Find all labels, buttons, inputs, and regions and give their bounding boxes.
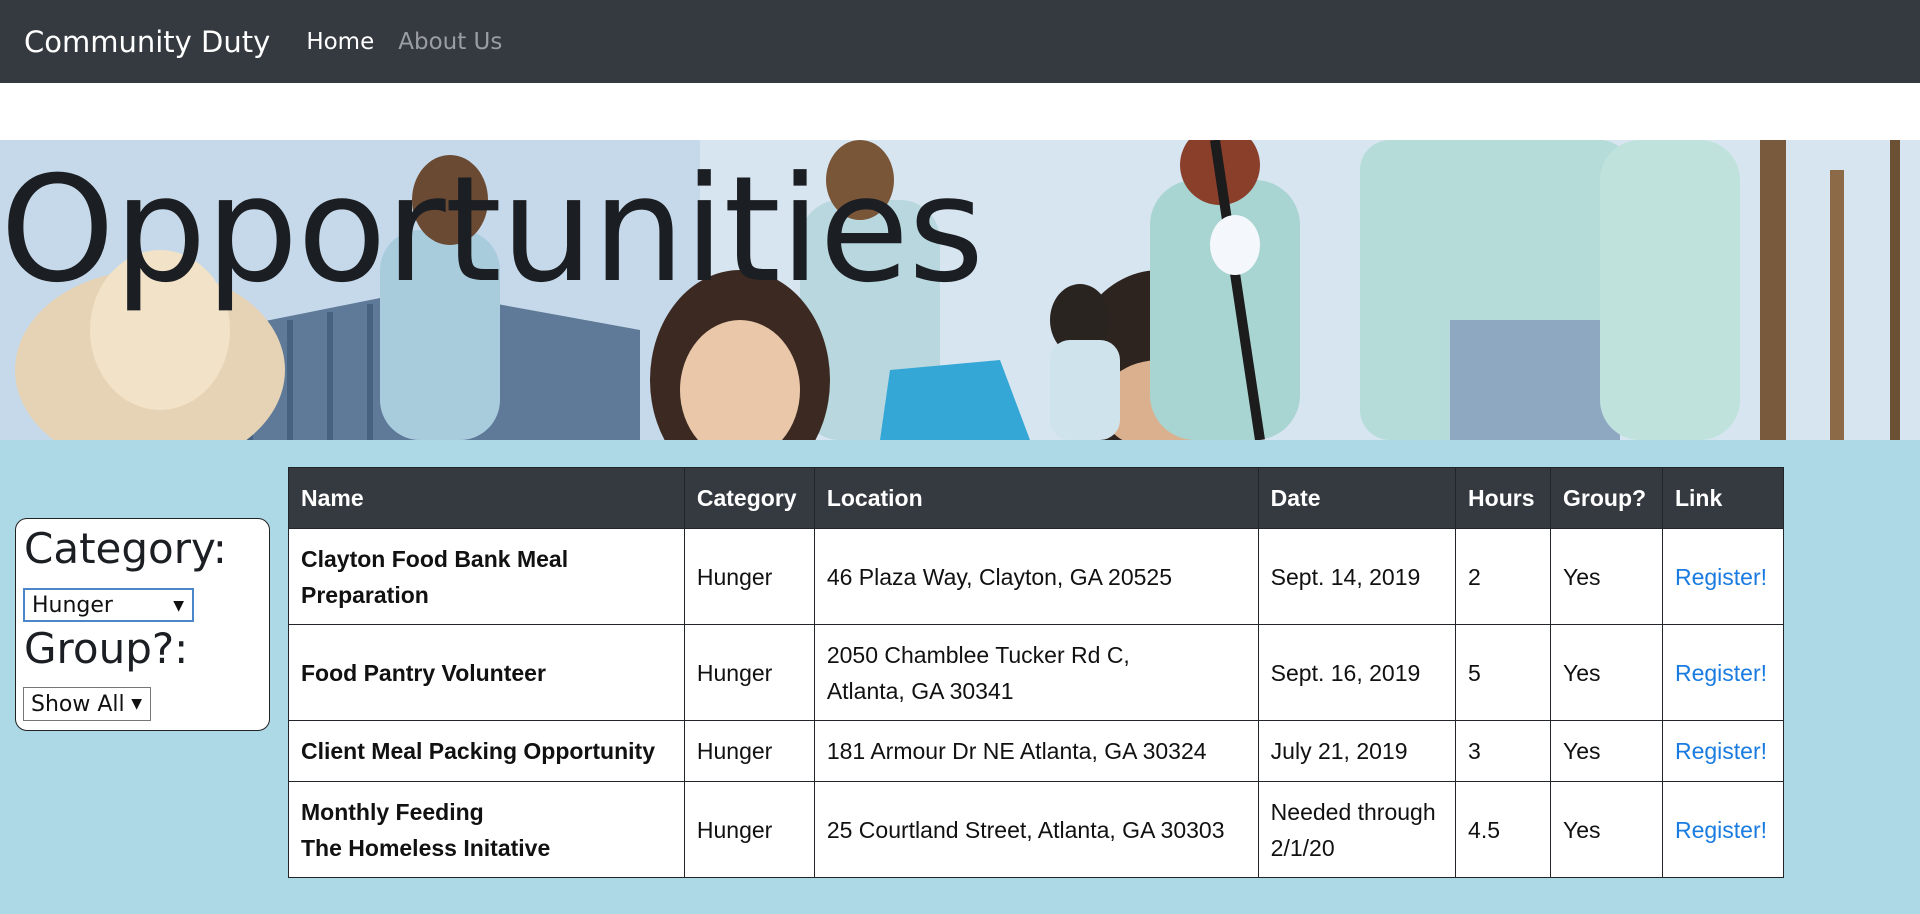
hours-cell: 2 [1455,528,1551,625]
register-link[interactable]: Register! [1675,738,1767,764]
table-header-row: Name Category Location Date Hours Group?… [288,467,1785,529]
link-cell: Register! [1661,528,1785,625]
navbar: Community Duty Home About Us [0,0,1920,83]
group-cell: Yes [1550,624,1663,721]
register-link[interactable]: Register! [1675,817,1767,843]
group-select[interactable]: Show All ▼ [23,687,151,721]
table-row: Food Pantry Volunteer Hunger 2050 Chambl… [288,624,1785,721]
category-filter-label: Category: [24,524,227,573]
location-cell: 46 Plaza Way, Clayton, GA 20525 [813,528,1259,625]
category-cell: Hunger [683,528,815,625]
table-row: Client Meal Packing Opportunity Hunger 1… [288,720,1785,782]
opportunity-name: Clayton Food Bank Meal Preparation [288,528,685,625]
location-line: 2050 Chamblee Tucker Rd C, [826,641,1130,668]
column-header-link: Link [1661,467,1785,529]
link-cell: Register! [1661,720,1785,782]
date-cell: July 21, 2019 [1257,720,1457,782]
name-line: Preparation [301,581,429,608]
date-cell: Sept. 16, 2019 [1257,624,1457,721]
opportunity-name: Monthly Feeding The Homeless Initative [288,781,685,878]
filter-panel: Category: Hunger ▼ Group?: Show All ▼ [15,518,270,731]
register-link[interactable]: Register! [1675,564,1767,590]
hours-cell: 4.5 [1455,781,1551,878]
opportunity-name: Food Pantry Volunteer [288,624,685,721]
hours-cell: 3 [1455,720,1551,782]
date-cell: Sept. 14, 2019 [1257,528,1457,625]
column-header-name: Name [288,467,685,529]
name-line: Clayton Food Bank Meal [301,545,569,572]
date-cell: Needed through 2/1/20 [1257,781,1457,878]
group-cell: Yes [1550,781,1663,878]
hours-cell: 5 [1455,624,1551,721]
nav-link-home[interactable]: Home [306,29,374,55]
group-select-value: Show All [31,691,125,717]
link-cell: Register! [1661,624,1785,721]
column-header-category: Category [683,467,815,529]
brand-link[interactable]: Community Duty [24,25,270,59]
table-row: Monthly Feeding The Homeless Initative H… [288,781,1785,878]
category-cell: Hunger [683,781,815,878]
column-header-group: Group? [1550,467,1663,529]
caret-down-icon: ▼ [131,696,142,712]
category-select-value: Hunger [32,592,113,618]
location-cell: 2050 Chamblee Tucker Rd C, Atlanta, GA 3… [813,624,1259,721]
group-cell: Yes [1550,720,1663,782]
hero-banner: Opportunities [0,140,1920,440]
link-cell: Register! [1661,781,1785,878]
date-line: Needed through [1270,798,1436,825]
group-filter-label: Group?: [24,624,189,673]
opportunity-name: Client Meal Packing Opportunity [288,720,685,782]
column-header-date: Date [1257,467,1457,529]
category-cell: Hunger [683,720,815,782]
column-header-location: Location [813,467,1259,529]
location-cell: 25 Courtland Street, Atlanta, GA 30303 [813,781,1259,878]
location-line: Atlanta, GA 30341 [826,677,1014,704]
name-line: Monthly Feeding [301,798,484,825]
column-header-hours: Hours [1455,467,1551,529]
register-link[interactable]: Register! [1675,660,1767,686]
table-row: Clayton Food Bank Meal Preparation Hunge… [288,528,1785,625]
category-select[interactable]: Hunger ▼ [23,588,194,622]
date-line: 2/1/20 [1270,834,1335,861]
group-cell: Yes [1550,528,1663,625]
location-cell: 181 Armour Dr NE Atlanta, GA 30324 [813,720,1259,782]
opportunities-table: Name Category Location Date Hours Group?… [288,467,1785,878]
category-cell: Hunger [683,624,815,721]
nav-link-about-us[interactable]: About Us [398,29,502,55]
page-title: Opportunities [0,145,984,315]
name-line: The Homeless Initative [301,834,551,861]
caret-down-icon: ▼ [173,598,184,614]
